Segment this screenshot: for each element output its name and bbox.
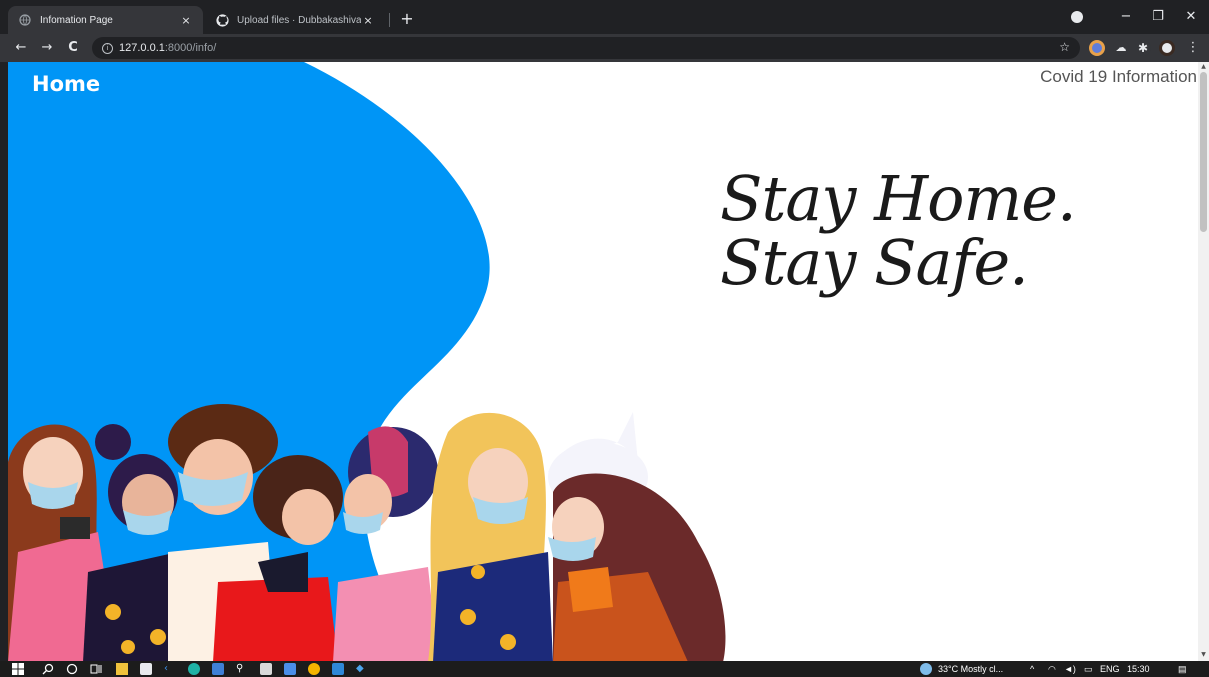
browser-toolbar: ← → C i 127.0.0.1 :8000/info/ ☆ (0, 34, 1209, 62)
slogan-line-2: Stay Safe. (720, 226, 1029, 299)
app-icon[interactable]: ◆ (356, 663, 368, 675)
app-icon[interactable] (284, 663, 296, 675)
store-icon[interactable] (140, 663, 152, 675)
tab-title: Infomation Page (40, 14, 113, 26)
info-icon[interactable]: i (102, 42, 113, 54)
scroll-down-icon[interactable]: ▼ (1199, 651, 1208, 659)
slogan-line-1: Stay Home. (720, 162, 1077, 235)
github-icon (215, 13, 229, 27)
home-link[interactable]: Home (32, 72, 100, 96)
tab-separator (389, 13, 390, 27)
scroll-thumb[interactable] (1200, 72, 1207, 232)
tab-information-page[interactable]: Infomation Page × (8, 6, 203, 34)
bookmark-star-icon[interactable]: ☆ (1059, 40, 1070, 54)
browser-menu-icon[interactable]: ⋮ (1180, 36, 1206, 60)
browser-tab-strip: Infomation Page × Upload files · Dubbaka… (0, 0, 1209, 34)
vscode-icon[interactable] (332, 663, 344, 675)
tab-search-icon[interactable] (1071, 11, 1083, 23)
page-title: Covid 19 Information (1040, 67, 1197, 86)
profile-avatar[interactable] (1159, 40, 1175, 56)
network-app-icon[interactable]: ⚲ (236, 663, 248, 675)
address-bar[interactable]: i 127.0.0.1 :8000/info/ ☆ (92, 37, 1080, 59)
close-tab-icon[interactable]: × (361, 13, 375, 27)
url-host: 127.0.0.1 (119, 42, 165, 54)
search-icon[interactable] (42, 663, 54, 675)
reload-button[interactable]: C (60, 36, 86, 60)
windows-start-icon[interactable] (12, 663, 24, 675)
clock[interactable]: 15:30 (1127, 662, 1150, 676)
page-scrollbar[interactable]: ▲ ▼ (1198, 62, 1209, 661)
close-tab-icon[interactable]: × (179, 13, 193, 27)
extension-icon[interactable] (1089, 40, 1105, 56)
keyboard-icon[interactable]: ▭ (1084, 662, 1093, 676)
slogan: Stay Home. Stay Safe. (720, 162, 1077, 299)
edge-icon[interactable] (188, 663, 200, 675)
cortana-icon[interactable] (66, 663, 78, 675)
chrome-icon[interactable] (308, 663, 320, 675)
volume-icon[interactable]: ◄) (1064, 662, 1076, 676)
masked-people-illustration (8, 404, 726, 661)
scroll-up-icon[interactable]: ▲ (1199, 63, 1208, 71)
url-path: :8000/info/ (164, 42, 217, 54)
maximize-button[interactable]: ❐ (1142, 6, 1174, 28)
forward-button[interactable]: → (34, 36, 60, 60)
extension-icon[interactable]: ☁ (1113, 40, 1129, 56)
page-viewport: Home Covid 19 Information Stay Home. Sta… (8, 62, 1209, 661)
task-view-icon[interactable] (90, 663, 102, 675)
app-icon[interactable] (260, 663, 272, 675)
wifi-icon[interactable]: ◠ (1048, 662, 1056, 676)
tab-title: Upload files · Dubbakashivaredd (237, 14, 361, 26)
new-tab-button[interactable]: + (397, 9, 417, 29)
file-explorer-icon[interactable] (116, 663, 128, 675)
minimize-button[interactable]: − (1110, 6, 1142, 28)
windows-taskbar: ‹ ⚲ ◆ 33°C Mostly cl... ^ ◠ ◄) ▭ ENG 15:… (0, 661, 1209, 677)
chevron-up-icon[interactable]: ^ (1030, 662, 1034, 676)
back-button[interactable]: ← (8, 36, 34, 60)
close-window-button[interactable]: ✕ (1175, 6, 1207, 28)
notification-icon[interactable]: ▤ (1178, 662, 1187, 676)
language-indicator[interactable]: ENG (1100, 662, 1120, 676)
weather-text[interactable]: 33°C Mostly cl... (938, 662, 1003, 676)
weather-icon[interactable] (920, 663, 932, 675)
puzzle-extensions-icon[interactable]: ✱ (1135, 40, 1151, 56)
mail-icon[interactable] (212, 663, 224, 675)
vscode-alt-icon[interactable]: ‹ (164, 663, 176, 675)
tab-upload-files[interactable]: Upload files · Dubbakashivaredd × (205, 6, 385, 34)
globe-icon (18, 13, 32, 27)
